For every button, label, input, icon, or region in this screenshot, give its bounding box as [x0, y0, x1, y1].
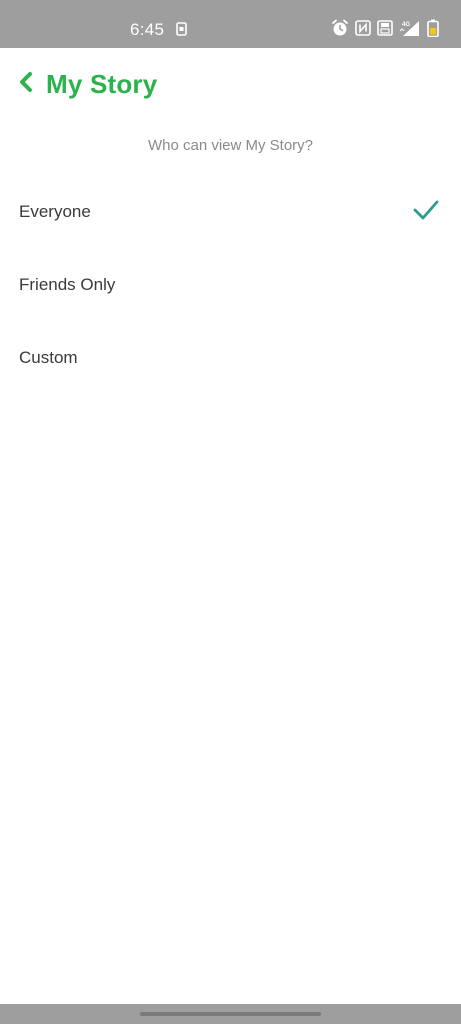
status-time: 6:45: [130, 20, 165, 39]
option-label: Friends Only: [19, 275, 116, 294]
option-label: Everyone: [19, 202, 91, 221]
page-title: My Story: [46, 69, 158, 99]
home-indicator[interactable]: [140, 1012, 321, 1016]
visibility-options: Everyone Friends Only Custom: [0, 175, 461, 394]
section-prompt: Who can view My Story?: [147, 137, 314, 154]
back-button[interactable]: [10, 68, 42, 100]
header: My Story: [0, 48, 461, 122]
nfc-icon: [355, 20, 371, 36]
status-bar: 6:45 4G: [0, 0, 461, 48]
option-everyone[interactable]: Everyone: [0, 175, 461, 248]
option-label: Custom: [19, 348, 78, 367]
sim-card-icon: [176, 22, 187, 36]
option-custom[interactable]: Custom: [0, 321, 461, 394]
storage-icon: [377, 20, 393, 36]
checkmark-icon: [413, 199, 439, 221]
battery-icon: [427, 19, 439, 37]
alarm-icon: [331, 19, 349, 37]
chevron-left-icon: [18, 71, 34, 98]
option-friends-only[interactable]: Friends Only: [0, 248, 461, 321]
status-icons: 4G: [331, 19, 439, 37]
screen: 6:45 4G My Story Who can view My Story? …: [0, 0, 461, 1024]
signal-4g-icon: 4G: [399, 19, 421, 37]
svg-text:4G: 4G: [402, 22, 410, 28]
navigation-bar: [0, 1004, 461, 1024]
